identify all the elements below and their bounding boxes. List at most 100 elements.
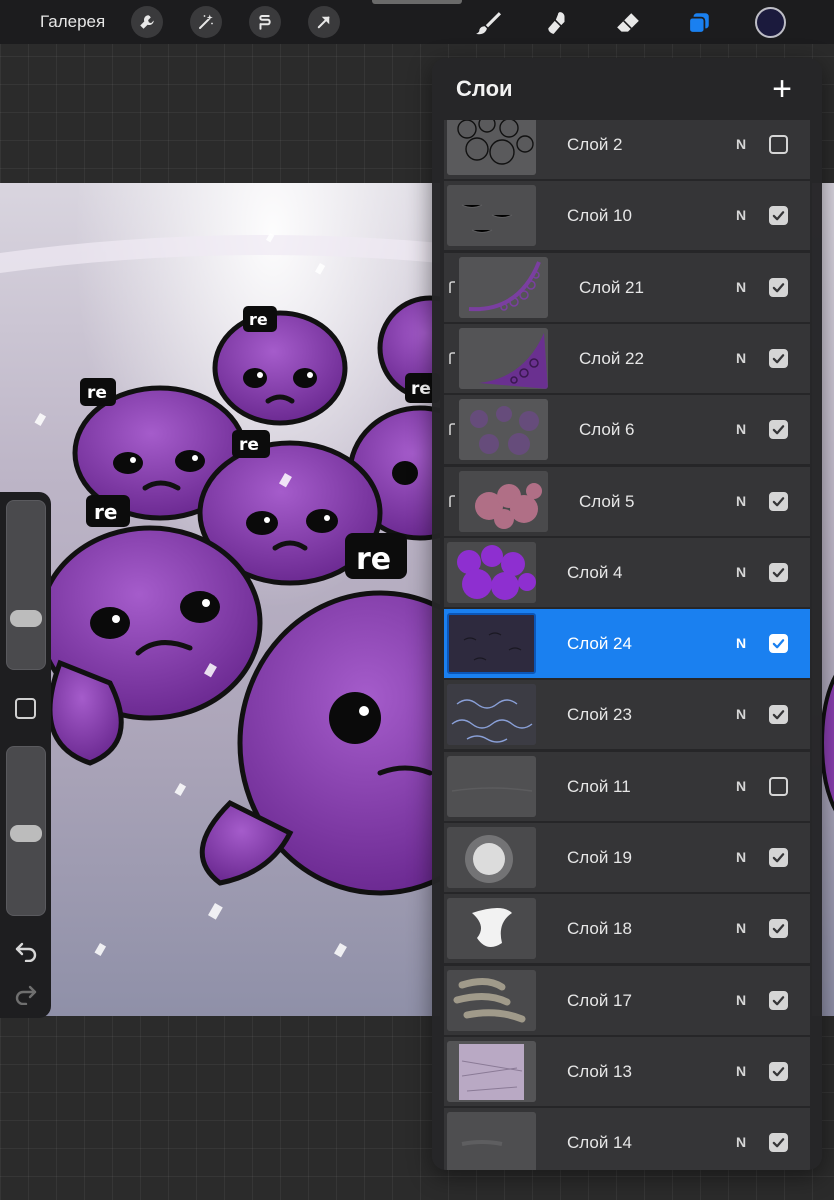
layer-row[interactable]: Слой 6 N bbox=[444, 395, 810, 465]
blend-mode-button[interactable]: N bbox=[736, 207, 746, 223]
layer-row[interactable]: Слой 21 N bbox=[444, 253, 810, 323]
layer-visibility-checkbox[interactable] bbox=[769, 991, 788, 1010]
layer-visibility-checkbox[interactable] bbox=[769, 919, 788, 938]
layer-visibility-checkbox[interactable] bbox=[769, 777, 788, 796]
transform-arrow-icon[interactable] bbox=[308, 6, 340, 38]
layer-name[interactable]: Слой 23 bbox=[567, 705, 632, 725]
layer-name[interactable]: Слой 10 bbox=[567, 206, 632, 226]
eraser-icon[interactable] bbox=[613, 8, 643, 38]
canvas-artwork[interactable]: re re re re re re bbox=[0, 183, 440, 1016]
smudge-icon[interactable] bbox=[543, 8, 573, 38]
blend-mode-button[interactable]: N bbox=[736, 992, 746, 1008]
layer-visibility-checkbox[interactable] bbox=[769, 848, 788, 867]
layer-visibility-checkbox[interactable] bbox=[769, 563, 788, 582]
layer-thumbnail[interactable] bbox=[459, 257, 548, 318]
layer-visibility-checkbox[interactable] bbox=[769, 492, 788, 511]
layer-name[interactable]: Слой 6 bbox=[579, 420, 635, 440]
layer-thumbnail[interactable] bbox=[447, 613, 536, 674]
layers-icon[interactable] bbox=[684, 8, 714, 38]
layer-visibility-checkbox[interactable] bbox=[769, 278, 788, 297]
layer-row[interactable]: Слой 2 N bbox=[444, 120, 810, 180]
layer-visibility-checkbox[interactable] bbox=[769, 349, 788, 368]
layer-name[interactable]: Слой 5 bbox=[579, 492, 635, 512]
layer-thumbnail[interactable] bbox=[447, 756, 536, 817]
layer-thumbnail[interactable] bbox=[459, 328, 548, 389]
blend-mode-button[interactable]: N bbox=[736, 421, 746, 437]
layer-thumbnail[interactable] bbox=[447, 542, 536, 603]
layer-name[interactable]: Слой 19 bbox=[567, 848, 632, 868]
layer-thumbnail[interactable] bbox=[447, 827, 536, 888]
layer-row[interactable]: Слой 5 N bbox=[444, 467, 810, 537]
layer-row[interactable]: Слой 14 N bbox=[444, 1108, 810, 1170]
layer-name[interactable]: Слой 2 bbox=[567, 135, 623, 155]
selection-icon[interactable] bbox=[249, 6, 281, 38]
wrench-icon[interactable] bbox=[131, 6, 163, 38]
magic-wand-icon[interactable] bbox=[190, 6, 222, 38]
layer-thumbnail[interactable] bbox=[447, 898, 536, 959]
layer-row[interactable]: Слой 10 N bbox=[444, 181, 810, 251]
layer-row[interactable]: Слой 23 N bbox=[444, 680, 810, 750]
checkmark-icon bbox=[772, 924, 785, 934]
redo-arrow-icon[interactable] bbox=[12, 981, 39, 1005]
layer-row[interactable]: Слой 11 N bbox=[444, 752, 810, 822]
blend-mode-button[interactable]: N bbox=[736, 635, 746, 651]
modify-button[interactable] bbox=[15, 698, 36, 719]
layer-thumbnail[interactable] bbox=[447, 185, 536, 246]
layer-name[interactable]: Слой 13 bbox=[567, 1062, 632, 1082]
layer-name[interactable]: Слой 14 bbox=[567, 1133, 632, 1153]
layer-row[interactable]: Слой 19 N bbox=[444, 823, 810, 893]
layer-visibility-checkbox[interactable] bbox=[769, 420, 788, 439]
layer-row[interactable]: Слой 17 N bbox=[444, 966, 810, 1036]
layer-row[interactable]: Слой 18 N bbox=[444, 894, 810, 964]
blend-mode-button[interactable]: N bbox=[736, 1063, 746, 1079]
layer-thumbnail[interactable] bbox=[447, 120, 536, 175]
blend-mode-button[interactable]: N bbox=[736, 706, 746, 722]
layer-thumbnail[interactable] bbox=[447, 684, 536, 745]
layer-name[interactable]: Слой 24 bbox=[567, 634, 632, 654]
layer-thumbnail[interactable] bbox=[447, 1041, 536, 1102]
layer-visibility-checkbox[interactable] bbox=[769, 1133, 788, 1152]
layer-name[interactable]: Слой 4 bbox=[567, 563, 623, 583]
layer-name[interactable]: Слой 18 bbox=[567, 919, 632, 939]
checkmark-icon bbox=[772, 497, 785, 507]
blend-mode-button[interactable]: N bbox=[736, 350, 746, 366]
blend-mode-button[interactable]: N bbox=[736, 136, 746, 152]
layer-name[interactable]: Слой 11 bbox=[567, 777, 631, 797]
layer-visibility-checkbox[interactable] bbox=[769, 206, 788, 225]
layer-list[interactable]: Слой 2 N Слой 10 N Слой 21 N Слой 22 N Слой 6 N Сл… bbox=[444, 120, 810, 1170]
layer-visibility-checkbox[interactable] bbox=[769, 705, 788, 724]
layer-thumbnail[interactable] bbox=[447, 970, 536, 1031]
blend-mode-button[interactable]: N bbox=[736, 920, 746, 936]
blend-mode-button[interactable]: N bbox=[736, 279, 746, 295]
checkmark-icon bbox=[772, 425, 785, 435]
blend-mode-button[interactable]: N bbox=[736, 1134, 746, 1150]
layer-name[interactable]: Слой 21 bbox=[579, 278, 644, 298]
layer-row[interactable]: Слой 22 N bbox=[444, 324, 810, 394]
opacity-thumb[interactable] bbox=[10, 825, 42, 842]
blend-mode-button[interactable]: N bbox=[736, 493, 746, 509]
undo-arrow-icon[interactable] bbox=[12, 938, 39, 962]
blend-mode-button[interactable]: N bbox=[736, 849, 746, 865]
layer-name[interactable]: Слой 22 bbox=[579, 349, 644, 369]
layer-visibility-checkbox[interactable] bbox=[769, 135, 788, 154]
blend-mode-button[interactable]: N bbox=[736, 564, 746, 580]
layer-row[interactable]: Слой 24 N bbox=[444, 609, 810, 679]
opacity-slider[interactable] bbox=[6, 746, 46, 916]
layer-thumbnail[interactable] bbox=[447, 1112, 536, 1170]
brush-size-slider[interactable] bbox=[6, 500, 46, 670]
brush-icon[interactable] bbox=[473, 8, 503, 38]
layer-name[interactable]: Слой 17 bbox=[567, 991, 632, 1011]
layer-row[interactable]: Слой 13 N bbox=[444, 1037, 810, 1107]
brush-size-thumb[interactable] bbox=[10, 610, 42, 627]
layer-thumbnail[interactable] bbox=[459, 399, 548, 460]
gallery-button[interactable]: Галерея bbox=[40, 12, 105, 32]
color-picker-swatch[interactable] bbox=[755, 7, 786, 38]
blend-mode-button[interactable]: N bbox=[736, 778, 746, 794]
add-layer-button[interactable]: + bbox=[768, 72, 796, 106]
window-drag-handle[interactable] bbox=[372, 0, 462, 4]
layer-visibility-checkbox[interactable] bbox=[769, 634, 788, 653]
layer-row[interactable]: Слой 4 N bbox=[444, 538, 810, 608]
checkmark-icon bbox=[772, 568, 785, 578]
layer-visibility-checkbox[interactable] bbox=[769, 1062, 788, 1081]
layer-thumbnail[interactable] bbox=[459, 471, 548, 532]
